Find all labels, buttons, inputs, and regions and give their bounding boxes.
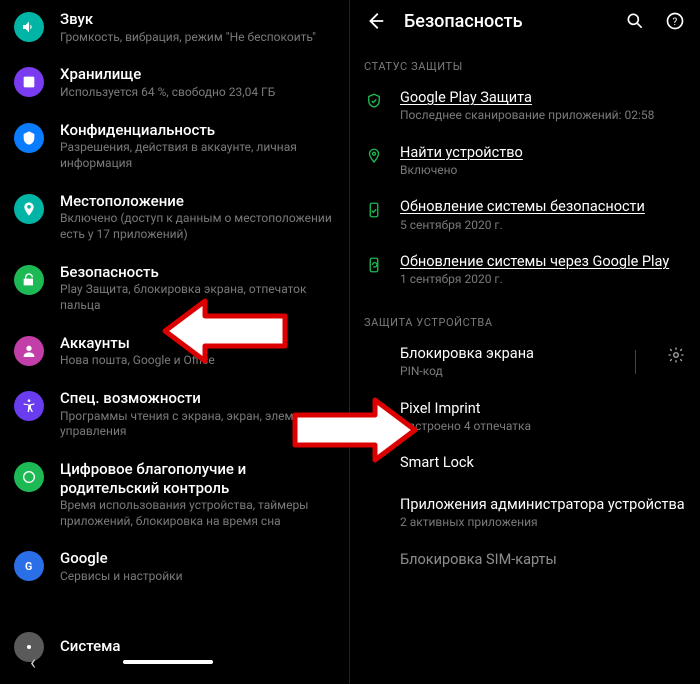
nav-back-icon[interactable]: ‹ bbox=[30, 650, 36, 674]
security-item-find-device[interactable]: Найти устройство Включено bbox=[350, 134, 700, 189]
item-subtitle: Время использования устройства, таймеры … bbox=[60, 498, 335, 529]
settings-item-sound[interactable]: Звук Громкость, вибрация, режим "Не бесп… bbox=[0, 0, 349, 55]
location-icon bbox=[14, 194, 44, 224]
item-title: Приложения администратора устройства bbox=[400, 496, 686, 514]
item-title: Google bbox=[60, 549, 335, 568]
search-icon[interactable] bbox=[624, 10, 646, 32]
accessibility-icon bbox=[14, 391, 44, 421]
security-item-play-system-update[interactable]: Обновление системы через Google Play 1 с… bbox=[350, 243, 700, 298]
settings-item-storage[interactable]: Хранилище Используется 64 %, свободно 23… bbox=[0, 55, 349, 110]
annotation-arrow-right bbox=[290, 395, 420, 465]
item-title: Безопасность bbox=[60, 263, 335, 282]
item-subtitle: Настроено 4 отпечатка bbox=[400, 419, 686, 435]
item-title: Pixel Imprint bbox=[400, 400, 686, 418]
accounts-icon bbox=[14, 336, 44, 366]
google-icon: G bbox=[14, 551, 44, 581]
item-subtitle: Включено (доступ к данным о местоположен… bbox=[60, 211, 335, 242]
section-header-status: СТАТУС ЗАЩИТЫ bbox=[350, 42, 700, 79]
item-title: Местоположение bbox=[60, 192, 335, 211]
item-subtitle: 5 сентября 2020 г. bbox=[400, 218, 686, 234]
item-title: Блокировка SIM-карты bbox=[400, 551, 686, 569]
item-subtitle: Разрешения, действия в аккаунте, личная … bbox=[60, 140, 335, 171]
item-title: Обновление системы через Google Play bbox=[400, 253, 686, 271]
settings-item-google[interactable]: G Google Сервисы и настройки bbox=[0, 539, 349, 594]
security-item-play-protect[interactable]: Google Play Защита Последнее сканировани… bbox=[350, 79, 700, 134]
page-title: Безопасность bbox=[404, 11, 606, 32]
nav-home-pill[interactable] bbox=[123, 660, 213, 664]
item-subtitle: Громкость, вибрация, режим "Не беспокоит… bbox=[60, 30, 335, 46]
security-item-screen-lock[interactable]: Блокировка экрана PIN-код bbox=[350, 335, 700, 390]
wellbeing-icon bbox=[14, 462, 44, 492]
item-title: Конфиденциальность bbox=[60, 121, 335, 140]
storage-icon bbox=[14, 67, 44, 97]
phone-refresh-icon bbox=[364, 255, 384, 275]
shield-icon bbox=[364, 91, 384, 111]
pin-icon bbox=[364, 146, 384, 166]
item-title: Обновление системы безопасности bbox=[400, 198, 686, 216]
section-header-device: ЗАЩИТА УСТРОЙСТВА bbox=[350, 298, 700, 335]
item-title: Smart Lock bbox=[400, 454, 686, 472]
gear-icon[interactable] bbox=[666, 345, 686, 365]
item-title: Хранилище bbox=[60, 65, 335, 84]
settings-item-privacy[interactable]: Конфиденциальность Разрешения, действия … bbox=[0, 111, 349, 182]
item-title: Найти устройство bbox=[400, 144, 686, 162]
item-subtitle: Используется 64 %, свободно 23,04 ГБ bbox=[60, 85, 335, 101]
annotation-arrow-left bbox=[160, 296, 290, 366]
item-title: Блокировка экрана bbox=[400, 345, 613, 363]
item-title: Цифровое благополучие и родительский кон… bbox=[60, 460, 335, 498]
item-subtitle: 2 активных приложения bbox=[400, 515, 686, 531]
lock-icon bbox=[14, 265, 44, 295]
item-subtitle: Последнее сканирование приложений: 02:58 bbox=[400, 108, 686, 124]
security-item-security-update[interactable]: Обновление системы безопасности 5 сентяб… bbox=[350, 188, 700, 243]
item-subtitle: Сервисы и настройки bbox=[60, 569, 335, 585]
blank-icon bbox=[364, 347, 384, 367]
svg-text:G: G bbox=[25, 560, 32, 573]
blank-icon bbox=[364, 553, 384, 573]
item-title: Звук bbox=[60, 10, 335, 29]
item-subtitle: Включено bbox=[400, 163, 686, 179]
security-item-sim-lock[interactable]: Блокировка SIM-карты bbox=[350, 541, 700, 583]
item-subtitle: 1 сентября 2020 г. bbox=[400, 272, 686, 288]
svg-text:?: ? bbox=[673, 17, 678, 28]
phone-check-icon bbox=[364, 200, 384, 220]
item-subtitle: PIN-код bbox=[400, 364, 613, 380]
divider bbox=[635, 350, 636, 374]
detail-header: Безопасность ? bbox=[350, 0, 700, 42]
volume-icon bbox=[14, 12, 44, 42]
android-navbar: ‹ bbox=[0, 646, 350, 678]
back-arrow-icon[interactable] bbox=[364, 10, 386, 32]
blank-icon bbox=[364, 498, 384, 518]
item-title: Google Play Защита bbox=[400, 89, 686, 107]
settings-item-location[interactable]: Местоположение Включено (доступ к данным… bbox=[0, 182, 349, 253]
privacy-icon bbox=[14, 123, 44, 153]
help-icon[interactable]: ? bbox=[664, 10, 686, 32]
security-detail-panel: Безопасность ? СТАТУС ЗАЩИТЫ Google Play… bbox=[350, 0, 700, 684]
security-item-device-admin[interactable]: Приложения администратора устройства 2 а… bbox=[350, 486, 700, 541]
